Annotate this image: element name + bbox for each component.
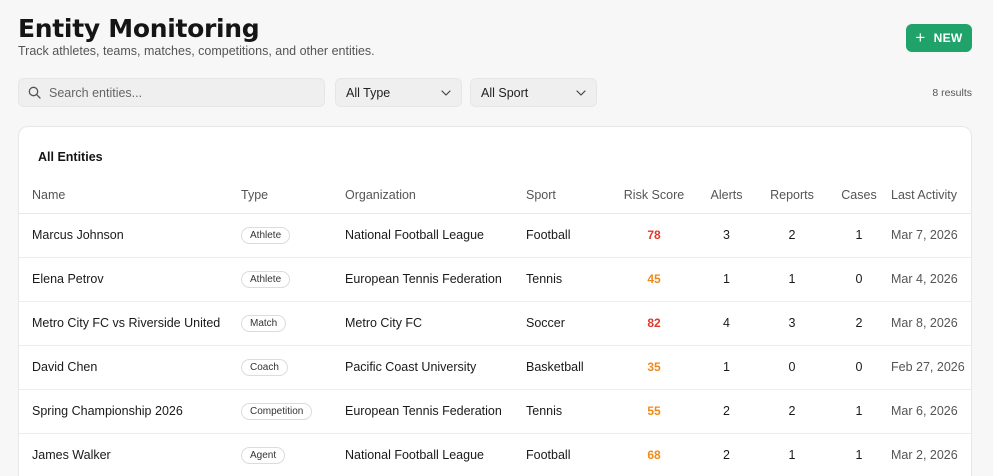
table-row[interactable]: Spring Championship 2026 Competition Eur… — [19, 389, 971, 434]
last-activity: Feb 27, 2026 — [891, 345, 971, 390]
entity-organization: European Tennis Federation — [345, 389, 526, 434]
entity-name: Metro City FC vs Riverside United — [19, 301, 241, 346]
alerts-count: 2 — [696, 433, 757, 476]
entity-name: David Chen — [19, 345, 241, 390]
risk-score: 82 — [647, 316, 661, 330]
entity-name: Spring Championship 2026 — [19, 389, 241, 434]
entity-sport: Football — [526, 433, 612, 476]
type-badge: Coach — [241, 358, 288, 376]
entity-organization: National Football League — [345, 213, 526, 258]
reports-count: 3 — [757, 301, 827, 346]
entities-card: All Entities Name Type Organization Spor… — [18, 126, 972, 476]
table-row[interactable]: David Chen Coach Pacific Coast Universit… — [19, 345, 971, 390]
chevron-down-icon — [441, 89, 451, 96]
entity-name: Elena Petrov — [19, 257, 241, 302]
sport-filter-select[interactable]: All Sport — [470, 78, 597, 107]
table-row[interactable]: Metro City FC vs Riverside United Match … — [19, 301, 971, 346]
reports-count: 2 — [757, 389, 827, 434]
cases-count: 0 — [827, 345, 891, 390]
type-badge: Agent — [241, 446, 286, 464]
column-header-name[interactable]: Name — [19, 177, 241, 214]
column-header-cases[interactable]: Cases — [827, 177, 891, 214]
type-badge: Competition — [241, 402, 313, 420]
last-activity: Mar 7, 2026 — [891, 213, 971, 258]
new-entity-button[interactable]: + NEW — [906, 24, 972, 52]
new-button-label: NEW — [933, 31, 963, 45]
risk-score: 45 — [647, 272, 661, 286]
last-activity: Mar 8, 2026 — [891, 301, 971, 346]
type-badge: Athlete — [241, 226, 291, 244]
cases-count: 1 — [827, 433, 891, 476]
entity-organization: Metro City FC — [345, 301, 526, 346]
risk-score: 68 — [647, 448, 661, 462]
entity-sport: Soccer — [526, 301, 612, 346]
column-header-sport[interactable]: Sport — [526, 177, 612, 214]
reports-count: 1 — [757, 433, 827, 476]
search-box[interactable] — [18, 78, 325, 107]
last-activity: Mar 2, 2026 — [891, 433, 971, 476]
cases-count: 1 — [827, 213, 891, 258]
reports-count: 1 — [757, 257, 827, 302]
reports-count: 0 — [757, 345, 827, 390]
card-title: All Entities — [38, 150, 103, 164]
table-row[interactable]: Marcus Johnson Athlete National Football… — [19, 213, 971, 258]
column-header-type[interactable]: Type — [241, 177, 345, 214]
entities-table: Name Type Organization Sport Risk Score … — [19, 177, 971, 476]
search-icon — [28, 86, 41, 99]
alerts-count: 3 — [696, 213, 757, 258]
entity-sport: Football — [526, 213, 612, 258]
alerts-count: 2 — [696, 389, 757, 434]
alerts-count: 1 — [696, 345, 757, 390]
alerts-count: 4 — [696, 301, 757, 346]
entity-sport: Tennis — [526, 389, 612, 434]
table-header-row: Name Type Organization Sport Risk Score … — [19, 177, 971, 214]
type-filter-select[interactable]: All Type — [335, 78, 462, 107]
cases-count: 1 — [827, 389, 891, 434]
entity-sport: Tennis — [526, 257, 612, 302]
entity-sport: Basketball — [526, 345, 612, 390]
entity-organization: Pacific Coast University — [345, 345, 526, 390]
sport-filter-value: All Sport — [481, 85, 529, 100]
entity-name: Marcus Johnson — [19, 213, 241, 258]
last-activity: Mar 4, 2026 — [891, 257, 971, 302]
results-count: 8 results — [932, 87, 972, 99]
cases-count: 0 — [827, 257, 891, 302]
search-input[interactable] — [49, 85, 299, 100]
risk-score: 55 — [647, 404, 661, 418]
table-row[interactable]: Elena Petrov Athlete European Tennis Fed… — [19, 257, 971, 302]
cases-count: 2 — [827, 301, 891, 346]
type-filter-value: All Type — [346, 85, 391, 100]
entity-organization: National Football League — [345, 433, 526, 476]
column-header-alerts[interactable]: Alerts — [696, 177, 757, 214]
column-header-reports[interactable]: Reports — [757, 177, 827, 214]
type-badge: Match — [241, 314, 287, 332]
reports-count: 2 — [757, 213, 827, 258]
risk-score: 35 — [647, 360, 661, 374]
last-activity: Mar 6, 2026 — [891, 389, 971, 434]
type-badge: Athlete — [241, 270, 291, 288]
plus-icon: + — [915, 27, 926, 47]
chevron-down-icon — [576, 89, 586, 96]
column-header-last-activity[interactable]: Last Activity — [891, 177, 971, 214]
entity-name: James Walker — [19, 433, 241, 476]
column-header-organization[interactable]: Organization — [345, 177, 526, 214]
alerts-count: 1 — [696, 257, 757, 302]
page-subtitle: Track athletes, teams, matches, competit… — [18, 44, 375, 58]
column-header-risk-score[interactable]: Risk Score — [612, 177, 696, 214]
risk-score: 78 — [647, 228, 661, 242]
page-title: Entity Monitoring — [18, 14, 260, 43]
table-row[interactable]: James Walker Agent National Football Lea… — [19, 433, 971, 476]
entity-organization: European Tennis Federation — [345, 257, 526, 302]
